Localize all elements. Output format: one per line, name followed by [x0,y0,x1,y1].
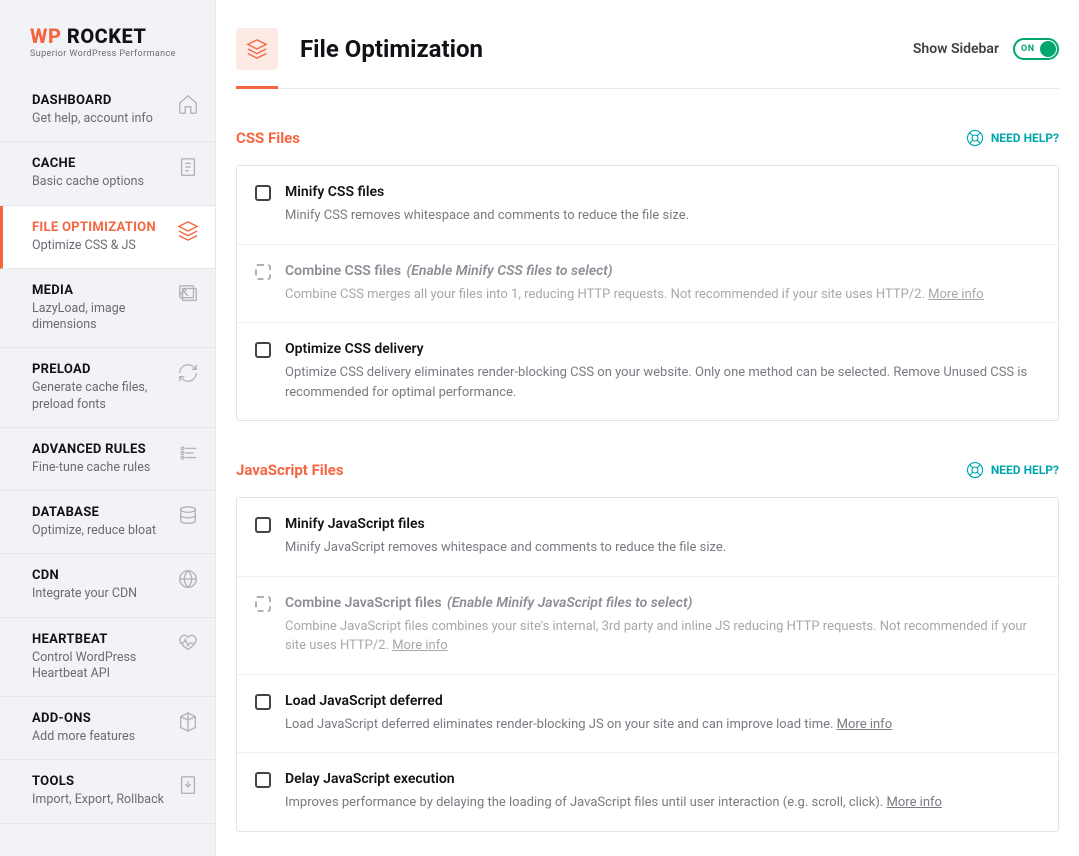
nav-item-sub: LazyLoad, image dimensions [32,301,167,334]
option-checkbox[interactable] [255,342,271,358]
more-info-link[interactable]: More info [928,287,983,302]
nav-item-title: ADD-ONS [32,711,167,726]
option-row: Minify JavaScript files Minify JavaScript… [237,498,1058,576]
heartbeat-icon [177,632,199,654]
more-info-link[interactable]: More info [887,795,942,810]
option-title: Optimize CSS delivery [285,341,1040,357]
sidebar-item-cache[interactable]: CACHE Basic cache options [0,142,215,205]
option-desc: Combine JavaScript files combines your s… [285,617,1040,656]
logo: WP ROCKET Superior WordPress Performance [0,0,215,79]
page-title: File Optimization [300,35,483,63]
sidebar-item-heartbeat[interactable]: HEARTBEAT Control WordPress Heartbeat API [0,618,215,698]
nav-item-sub: Integrate your CDN [32,586,167,602]
option-title: Minify JavaScript files [285,516,1040,532]
option-hint: (Enable Minify JavaScript files to selec… [447,595,692,611]
home-icon [177,93,199,115]
option-hint: (Enable Minify CSS files to select) [407,263,613,279]
main-content: File Optimization Show Sidebar ON CSS Fi… [216,0,1079,856]
option-desc: Combine CSS merges all your files into 1… [285,285,1040,305]
sidebar-item-tools[interactable]: TOOLS Import, Export, Rollback [0,760,215,823]
nav-item-title: ADVANCED RULES [32,442,167,457]
option-title: Delay JavaScript execution [285,771,1040,787]
section-css-files: CSS FilesNEED HELP?Minify CSS filesMinif… [236,129,1059,421]
sidebar-item-dashboard[interactable]: DASHBOARD Get help, account info [0,79,215,142]
option-title: Load JavaScript deferred [285,693,1040,709]
nav-item-sub: Generate cache files, preload fonts [32,380,167,413]
nav-item-sub: Basic cache options [32,174,167,190]
option-checkbox [255,596,271,612]
nav-item-title: PRELOAD [32,362,167,377]
option-checkbox[interactable] [255,772,271,788]
option-checkbox [255,264,271,280]
file-icon [177,156,199,178]
option-row: Combine CSS files (Enable Minify CSS fil… [237,244,1058,323]
nav-item-title: TOOLS [32,774,167,789]
nav-item-sub: Control WordPress Heartbeat API [32,650,167,683]
images-icon [177,283,199,305]
nav-item-sub: Fine-tune cache rules [32,460,167,476]
options-panel: Minify JavaScript files Minify JavaScript… [236,497,1059,832]
sliders-icon [177,442,199,464]
nav-item-title: FILE OPTIMIZATION [32,220,167,235]
option-title: Combine JavaScript files (Enable Minify … [285,595,1040,611]
option-row: Optimize CSS delivery Optimize CSS delive… [237,322,1058,420]
option-checkbox[interactable] [255,694,271,710]
option-desc: Minify CSS removes whitespace and commen… [285,206,1040,226]
option-title: Combine CSS files (Enable Minify CSS fil… [285,263,1040,279]
sidebar-item-cdn[interactable]: CDN Integrate your CDN [0,554,215,617]
nav-item-title: CACHE [32,156,167,171]
sidebar-item-file-optimization[interactable]: FILE OPTIMIZATION Optimize CSS & JS [0,206,215,269]
database-icon [177,505,199,527]
option-row: Combine JavaScript files (Enable Minify … [237,576,1058,674]
option-row: Minify CSS files Minify CSS removes white… [237,166,1058,244]
option-checkbox[interactable] [255,517,271,533]
show-sidebar-label: Show Sidebar [913,41,999,57]
nav-item-sub: Optimize, reduce bloat [32,523,167,539]
nav-item-sub: Import, Export, Rollback [32,792,167,808]
sidebar: WP ROCKET Superior WordPress Performance… [0,0,216,856]
refresh-icon [177,362,199,384]
section-javascript-files: JavaScript Files NEED HELP? Minify JavaScr… [236,461,1059,832]
show-sidebar-toggle[interactable]: ON [1013,38,1059,60]
option-title: Minify CSS files [285,184,1040,200]
option-desc: Optimize CSS delivery eliminates render-… [285,363,1040,402]
nav-item-title: DASHBOARD [32,93,167,108]
option-desc: Load JavaScript deferred eliminates rend… [285,715,1040,735]
page-header: File Optimization Show Sidebar ON [236,0,1059,89]
sidebar-item-preload[interactable]: PRELOAD Generate cache files, preload fon… [0,348,215,428]
nav-item-sub: Add more features [32,729,167,745]
more-info-link[interactable]: More info [392,638,447,653]
sidebar-item-add-ons[interactable]: ADD-ONS Add more features [0,697,215,760]
option-row: Delay JavaScript execution Improves perfo… [237,752,1058,831]
section-title: JavaScript Files [236,461,344,479]
option-desc: Improves performance by delaying the loa… [285,793,1040,813]
sidebar-item-database[interactable]: DATABASE Optimize, reduce bloat [0,491,215,554]
box-icon [177,711,199,733]
import-icon [177,774,199,796]
globe-icon [177,568,199,590]
more-info-link[interactable]: More info [837,717,892,732]
need-help-link[interactable]: NEED HELP? [966,461,1059,479]
options-panel: Minify CSS files Minify CSS removes white… [236,165,1059,421]
nav-item-title: DATABASE [32,505,167,520]
nav-item-title: CDN [32,568,167,583]
nav-item-sub: Optimize CSS & JS [32,238,167,254]
section-title: CSS Files [236,129,300,147]
logo-tagline: Superior WordPress Performance [30,49,197,59]
page-icon [236,28,278,70]
sidebar-item-advanced-rules[interactable]: ADVANCED RULES Fine-tune cache rules [0,428,215,491]
nav-item-sub: Get help, account info [32,111,167,127]
option-checkbox[interactable] [255,185,271,201]
nav-item-title: HEARTBEAT [32,632,167,647]
sidebar-item-media[interactable]: MEDIA LazyLoad, image dimensions [0,269,215,349]
option-row: Load JavaScript deferred Load JavaScript … [237,674,1058,753]
layers-icon [177,220,199,242]
option-desc: Minify JavaScript removes whitespace and… [285,538,1040,558]
nav-item-title: MEDIA [32,283,167,298]
sidebar-nav: DASHBOARD Get help, account info CACHE Basi… [0,79,215,824]
logo-title: WP ROCKET [30,24,197,48]
need-help-link[interactable]: NEED HELP? [966,129,1059,147]
